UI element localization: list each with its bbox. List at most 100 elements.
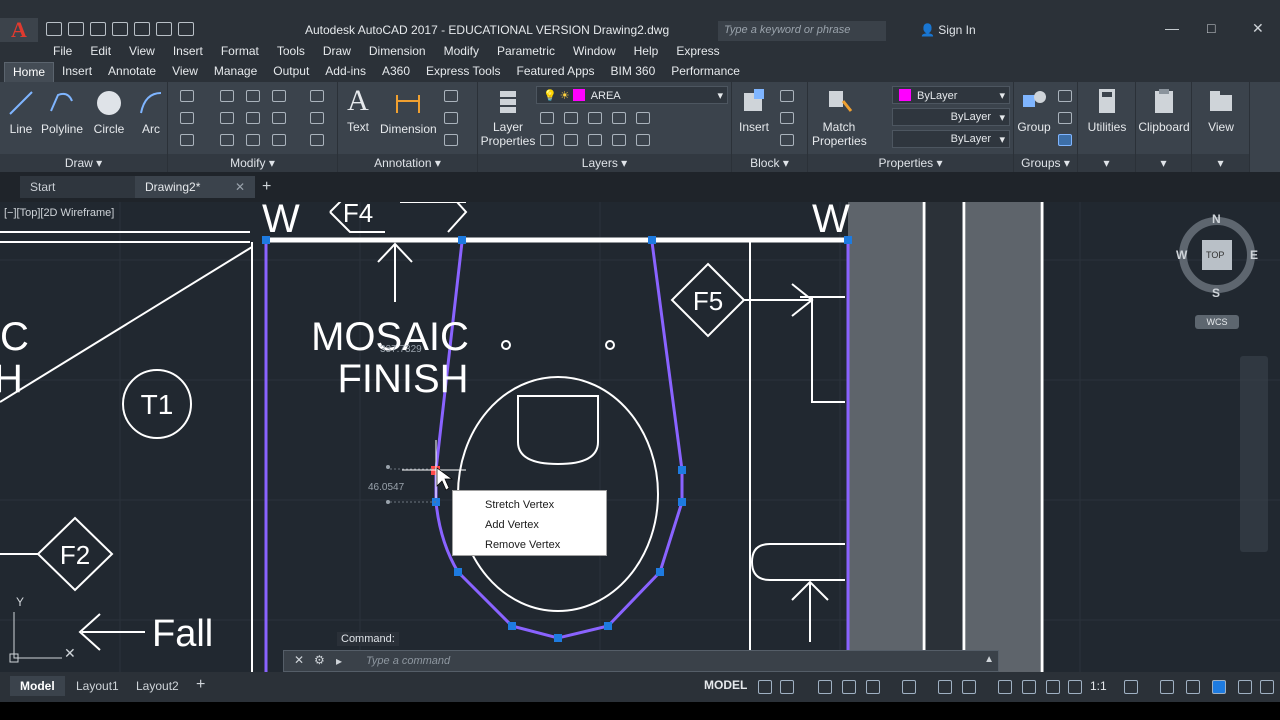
auto-scale-icon[interactable] xyxy=(1046,680,1060,694)
group-select-icon[interactable] xyxy=(1058,134,1072,146)
tab-manage[interactable]: Manage xyxy=(206,62,265,82)
viewcube[interactable]: N S W E TOP xyxy=(1176,212,1258,302)
tab-layout2[interactable]: Layout2 xyxy=(126,676,189,696)
menu-draw[interactable]: Draw xyxy=(314,42,360,62)
units-icon[interactable] xyxy=(1186,680,1200,694)
tab-output[interactable]: Output xyxy=(265,62,317,82)
compass-west[interactable]: W xyxy=(1176,248,1187,262)
grid-toggle-icon[interactable] xyxy=(758,680,772,694)
annotation-scale-icon[interactable] xyxy=(1068,680,1082,694)
layer-match-icon[interactable] xyxy=(636,112,650,124)
maximize-icon[interactable]: □ xyxy=(1207,20,1215,36)
annotation-scale-dropdown[interactable]: 1:1 xyxy=(1090,679,1107,693)
polar-tracking-icon[interactable] xyxy=(866,680,880,694)
menu-parametric[interactable]: Parametric xyxy=(488,42,564,62)
clipboard-panel-title[interactable]: ▾ xyxy=(1136,154,1191,172)
customization-icon[interactable] xyxy=(1260,680,1274,694)
fillet-icon[interactable] xyxy=(272,112,286,124)
minimize-icon[interactable]: — xyxy=(1165,20,1179,36)
color-dropdown[interactable]: ByLayer ▾ xyxy=(892,86,1010,104)
layer-properties-button[interactable]: Layer Properties xyxy=(480,86,536,148)
trim-icon[interactable] xyxy=(272,90,286,102)
properties-panel-title[interactable]: Properties ▾ xyxy=(808,154,1013,172)
edit-block-icon[interactable] xyxy=(780,112,794,124)
model-space-button[interactable]: MODEL xyxy=(704,678,747,692)
tab-performance[interactable]: Performance xyxy=(663,62,748,82)
array-icon[interactable] xyxy=(272,134,286,146)
linetype-dropdown[interactable]: ByLayer ▾ xyxy=(892,108,1010,126)
new-file-icon[interactable] xyxy=(46,22,62,36)
rotate-icon[interactable] xyxy=(246,90,260,102)
mirror-icon[interactable] xyxy=(246,112,260,124)
erase-icon[interactable] xyxy=(310,90,324,102)
offset-icon[interactable] xyxy=(310,134,324,146)
layer-merge-icon[interactable] xyxy=(564,134,578,146)
drawing-canvas[interactable]: T1 F2 F5 F4 MOSAIC FINISH C H W W Fall Y… xyxy=(0,202,1280,672)
selected-boundary[interactable] xyxy=(264,238,850,672)
menu-insert[interactable]: Insert xyxy=(164,42,212,62)
annotation-monitor-icon[interactable] xyxy=(1160,680,1174,694)
tab-drawing2[interactable]: Drawing2* ✕ xyxy=(135,176,255,198)
grips[interactable] xyxy=(262,236,852,642)
app-logo[interactable]: A xyxy=(0,17,38,42)
menu-help[interactable]: Help xyxy=(625,42,668,62)
region-icon[interactable] xyxy=(180,134,194,146)
new-layout-icon[interactable]: + xyxy=(186,676,215,696)
menu-dimension[interactable]: Dimension xyxy=(360,42,435,62)
view-panel-title[interactable]: ▾ xyxy=(1192,154,1249,172)
groups-panel-title[interactable]: Groups ▾ xyxy=(1014,154,1077,172)
compass-south[interactable]: S xyxy=(1212,286,1220,300)
lineweight-dropdown[interactable]: ByLayer ▾ xyxy=(892,130,1010,148)
layer-lock-icon[interactable] xyxy=(612,112,626,124)
utilities-panel-title[interactable]: ▾ xyxy=(1078,154,1135,172)
tab-express-tools[interactable]: Express Tools xyxy=(418,62,508,82)
layer-off-icon[interactable] xyxy=(540,112,554,124)
create-block-icon[interactable] xyxy=(780,90,794,102)
tab-insert[interactable]: Insert xyxy=(54,62,100,82)
dimension-button[interactable]: Dimension xyxy=(380,88,437,136)
open-file-icon[interactable] xyxy=(68,22,84,36)
ortho-icon[interactable] xyxy=(842,680,856,694)
infer-constraints-icon[interactable] xyxy=(818,680,832,694)
group-edit-icon[interactable] xyxy=(1058,112,1072,124)
compass-east[interactable]: E xyxy=(1250,248,1258,262)
ungroup-icon[interactable] xyxy=(1058,90,1072,102)
layer-previous-icon[interactable] xyxy=(612,134,626,146)
menu-format[interactable]: Format xyxy=(212,42,268,62)
wcs-menu[interactable]: WCS xyxy=(1195,315,1239,329)
menu-item-add-vertex[interactable]: Add Vertex xyxy=(453,515,606,535)
print-icon[interactable] xyxy=(134,22,150,36)
layer-dropdown[interactable]: 💡 ☀ AREA ▾ xyxy=(536,86,728,104)
menu-item-stretch-vertex[interactable]: Stretch Vertex xyxy=(453,495,606,515)
layers-panel-title[interactable]: Layers ▾ xyxy=(478,154,731,172)
arc-button[interactable]: Arc xyxy=(136,88,166,136)
isodraft-icon[interactable] xyxy=(902,680,916,694)
layer-walk-icon[interactable] xyxy=(540,134,554,146)
command-history-toggle-icon[interactable]: ▲ xyxy=(984,654,994,665)
menu-express[interactable]: Express xyxy=(667,42,728,62)
snap-toggle-icon[interactable] xyxy=(780,680,794,694)
modify-panel-title[interactable]: Modify ▾ xyxy=(168,154,337,172)
table-icon[interactable] xyxy=(444,134,458,146)
group-button[interactable]: Group xyxy=(1016,86,1052,134)
search-input[interactable]: Type a keyword or phrase xyxy=(718,21,886,41)
menu-file[interactable]: File xyxy=(44,42,81,62)
viewcube-top-label[interactable]: TOP xyxy=(1206,250,1224,260)
scale-icon[interactable] xyxy=(246,134,260,146)
sign-in-button[interactable]: 👤 Sign In xyxy=(920,23,976,37)
menu-view[interactable]: View xyxy=(120,42,164,62)
tab-layout1[interactable]: Layout1 xyxy=(66,676,129,696)
layer-freeze-icon[interactable] xyxy=(588,112,602,124)
command-input[interactable]: Type a command xyxy=(366,655,450,667)
annotation-panel-title[interactable]: Annotation ▾ xyxy=(338,154,477,172)
compass-north[interactable]: N xyxy=(1212,212,1221,226)
tab-add-ins[interactable]: Add-ins xyxy=(317,62,374,82)
menu-window[interactable]: Window xyxy=(564,42,625,62)
text-button[interactable]: A Text xyxy=(342,84,374,134)
tab-featured-apps[interactable]: Featured Apps xyxy=(508,62,602,82)
navigation-bar[interactable] xyxy=(1240,356,1268,552)
draw-panel-title[interactable]: Draw ▾ xyxy=(0,154,167,172)
block-panel-title[interactable]: Block ▾ xyxy=(732,154,807,172)
save-icon[interactable] xyxy=(90,22,106,36)
layer-unisolate-icon[interactable] xyxy=(636,134,650,146)
